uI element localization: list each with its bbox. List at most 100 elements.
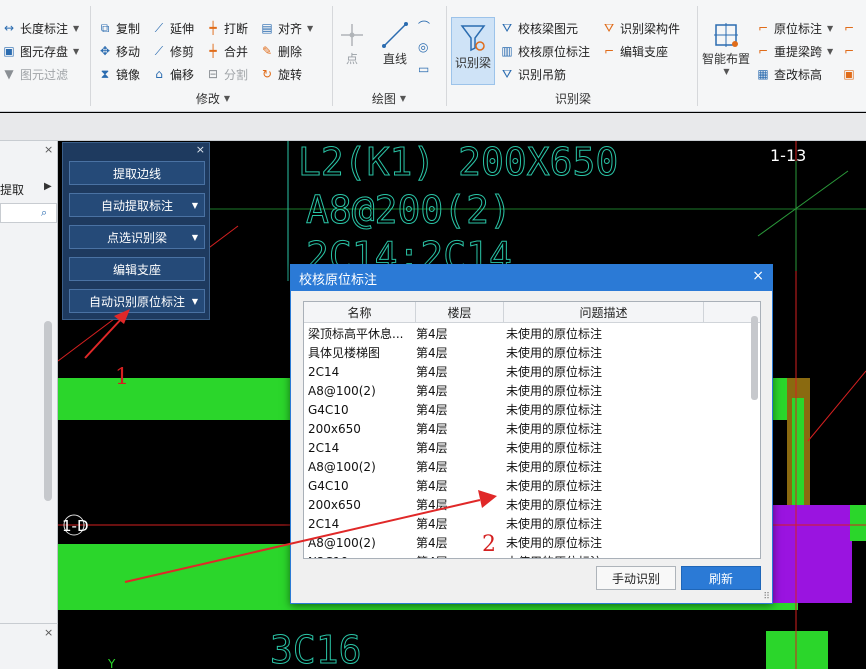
refresh-button[interactable]: 刷新 [681, 566, 761, 590]
copy-button[interactable]: ⧉ 复制 [98, 18, 140, 38]
chevron-down-icon: ▼ [827, 46, 834, 56]
smart-layout-button[interactable]: 智能布置 ▼ [700, 20, 752, 76]
cad-text-bottom-rebar: 3C16 [270, 628, 362, 669]
table-row[interactable]: 具体见楼梯图 第4层 未使用的原位标注 [304, 343, 750, 362]
arc-icon[interactable]: ⌒ [418, 18, 436, 40]
mirror-button[interactable]: ⧗ 镜像 [98, 64, 140, 84]
align-button[interactable]: ▤ 对齐 ▼ [260, 18, 313, 38]
offset-button[interactable]: ⌂ 偏移 [152, 64, 194, 84]
check-annotation-button[interactable]: ▥ 校核原位标注 [500, 41, 590, 61]
point-icon [341, 24, 363, 46]
dialog-title-bar[interactable]: 校核原位标注 × [291, 265, 772, 291]
table-row[interactable]: 2C14 第4层 未使用的原位标注 [304, 362, 750, 381]
cell-name: G4C10 [308, 478, 349, 493]
table-row[interactable]: 200x650 第4层 未使用的原位标注 [304, 495, 750, 514]
save-element-button[interactable]: ▣ 图元存盘 ▼ [2, 41, 79, 61]
mirror-icon: ⧗ [100, 66, 110, 81]
column-header-floor[interactable]: 楼层 [416, 302, 504, 323]
chevron-down-icon: ▼ [73, 46, 80, 56]
ribbon-overflow-3[interactable]: ▣ [842, 64, 856, 84]
beam-component-label: 识别梁构件 [620, 21, 681, 36]
line-icon [382, 22, 408, 48]
break-icon: ┿ [209, 21, 217, 35]
cell-name: 2C14 [308, 364, 340, 379]
beam-span-button[interactable]: ⌐ 重提梁跨 ▼ [756, 41, 833, 61]
table-row[interactable]: N2C10第4层未使用的原位标注 [304, 552, 750, 559]
close-icon[interactable]: × [44, 626, 53, 639]
scrollbar[interactable] [751, 316, 758, 400]
scrollbar[interactable] [44, 321, 52, 501]
rotate-button[interactable]: ↻ 旋转 [260, 64, 302, 84]
cell-description: 未使用的原位标注 [506, 327, 603, 341]
beam-component-button[interactable]: ⛛ 识别梁构件 [602, 18, 680, 38]
column-header-description[interactable]: 问题描述 [504, 302, 704, 323]
check-beam-button[interactable]: ⛛ 校核梁图元 [500, 18, 578, 38]
rectangle-icon[interactable]: ▭ [418, 62, 436, 84]
merge-button[interactable]: ┿ 合并 [206, 41, 248, 61]
trim-button[interactable]: ⟋ 修剪 [152, 41, 194, 61]
table-row[interactable]: 梁顶标高平休息... 第4层 未使用的原位标注 [304, 324, 750, 343]
modify-group-label: 修改 [195, 91, 220, 106]
move-icon: ✥ [99, 44, 111, 58]
break-button[interactable]: ┿ 打断 [206, 18, 248, 38]
extract-edge-button[interactable]: 提取边线 [69, 161, 205, 185]
cell-description: 未使用的原位标注 [506, 384, 603, 398]
table-row[interactable]: G4C10 第4层 未使用的原位标注 [304, 400, 750, 419]
beam-bottom-stub [766, 631, 828, 669]
annotation-number-2: 2 [482, 532, 496, 557]
manual-identify-button[interactable]: 手动识别 [596, 566, 676, 590]
delete-button[interactable]: ✎ 删除 [260, 41, 302, 61]
close-icon[interactable]: × [752, 268, 764, 284]
trim-label: 修剪 [170, 44, 195, 59]
edit-support-ribbon-button[interactable]: ⌐ 编辑支座 [602, 41, 668, 61]
close-icon[interactable]: × [196, 143, 205, 156]
line-button[interactable]: 直线 [378, 20, 412, 67]
auto-extract-annotation-button[interactable]: 自动提取标注 ▼ [69, 193, 205, 217]
close-icon[interactable]: × [44, 143, 53, 156]
draw-small-tools: ⌒ ◎ ▭ [418, 18, 436, 84]
dimension-button[interactable]: ↔ 长度标注 ▼ [2, 18, 79, 38]
extend-button[interactable]: ⟋ 延伸 [152, 18, 194, 38]
split-button[interactable]: ⊟ 分割 [206, 64, 248, 84]
cell-floor: 第4层 [416, 460, 448, 474]
table-row[interactable]: 2C14 第4层 未使用的原位标注 [304, 438, 750, 457]
hanger-bar-button[interactable]: ⛛ 识别吊筋 [500, 64, 566, 84]
table-row[interactable]: G4C10 第4层 未使用的原位标注 [304, 476, 750, 495]
table-row[interactable]: A8@100(2) 第4层 未使用的原位标注 [304, 533, 750, 552]
in-situ-annotation-button[interactable]: ⌐ 原位标注 ▼ [756, 18, 833, 38]
column-header-name[interactable]: 名称 [304, 302, 416, 323]
table-row[interactable]: A8@100(2) 第4层 未使用的原位标注 [304, 457, 750, 476]
auto-identify-annotation-button[interactable]: 自动识别原位标注 ▼ [69, 289, 205, 313]
dialog-title: 校核原位标注 [299, 272, 378, 288]
chevron-down-icon: ▼ [399, 93, 407, 103]
circle-icon[interactable]: ◎ [418, 40, 436, 62]
point-button[interactable]: 点 [336, 20, 368, 67]
search-input[interactable]: ⌕ [0, 203, 57, 223]
table-row[interactable]: A8@100(2) 第4层 未使用的原位标注 [304, 381, 750, 400]
table-row[interactable]: 200x650 第4层 未使用的原位标注 [304, 419, 750, 438]
search-icon[interactable]: ⌕ [41, 206, 47, 220]
check-annotation-label: 校核原位标注 [518, 44, 591, 59]
in-situ-annotation-label: 原位标注 [774, 21, 823, 36]
align-label: 对齐 [278, 21, 303, 36]
filter-button[interactable]: ▼ 图元过滤 [2, 64, 68, 84]
guide-diagonal [757, 170, 849, 237]
cell-name: 2C14 [308, 516, 340, 531]
chevron-right-icon[interactable]: ▶ [44, 181, 52, 192]
elevation-button[interactable]: ▦ 查改标高 [756, 64, 822, 84]
hanger-bar-icon: ⛛ [501, 66, 513, 81]
ribbon-overflow-1[interactable]: ⌐ [842, 18, 856, 38]
cell-description: 未使用的原位标注 [506, 365, 603, 379]
ribbon-overflow-2[interactable]: ⌐ [842, 41, 856, 61]
extract-tab[interactable]: 提取 [0, 181, 24, 198]
chevron-down-icon: ▼ [191, 296, 198, 306]
cad-text-stirrup: A8@200(2) [306, 188, 512, 232]
identify-beam-button[interactable]: 识别梁 [451, 17, 495, 85]
pick-identify-beam-button[interactable]: 点选识别梁 ▼ [69, 225, 205, 249]
edit-support-button[interactable]: 编辑支座 [69, 257, 205, 281]
resize-grip-icon[interactable]: ⠿ [763, 592, 770, 602]
move-button[interactable]: ✥ 移动 [98, 41, 140, 61]
overflow-icon: ⌐ [843, 21, 855, 35]
table-row[interactable]: 2C14 第4层 未使用的原位标注 [304, 514, 750, 533]
cell-name: 200x650 [308, 497, 361, 512]
